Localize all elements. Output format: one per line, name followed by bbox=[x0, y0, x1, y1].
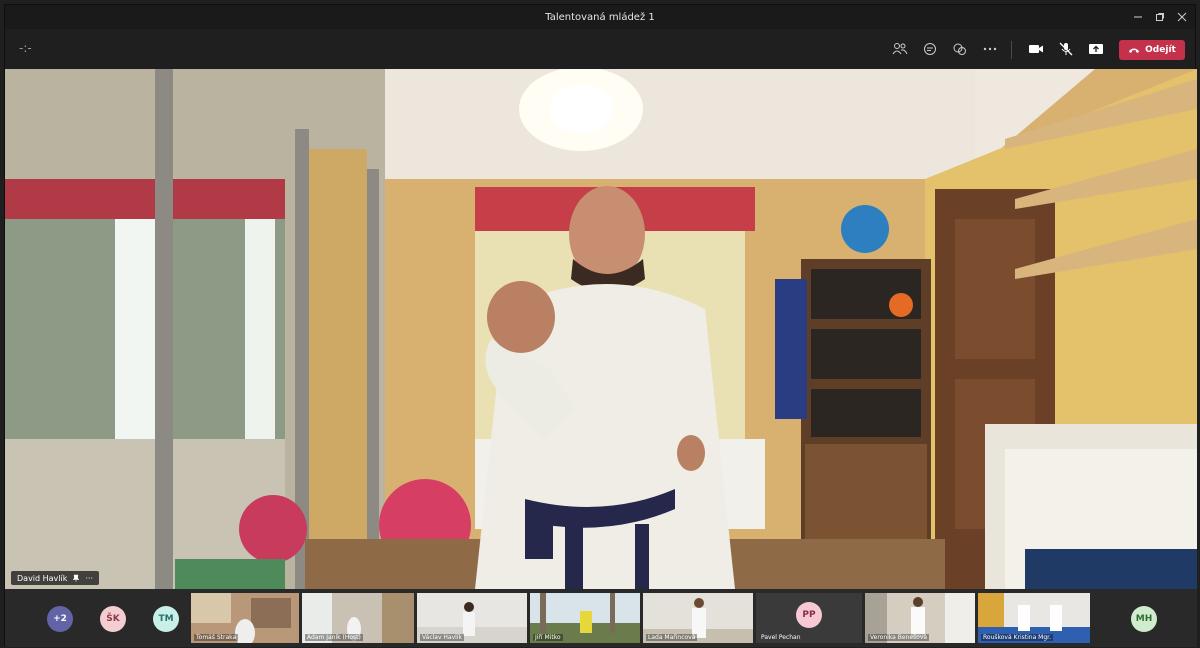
avatar-initials: ŠK bbox=[106, 614, 120, 624]
reactions-icon[interactable] bbox=[949, 39, 971, 59]
participants-icon[interactable] bbox=[889, 39, 911, 59]
leave-button-label: Odejít bbox=[1145, 45, 1176, 55]
avatar: PP bbox=[796, 602, 822, 628]
participant-name: Tomáš Straka bbox=[194, 634, 239, 641]
participant-name: Jiří Mitko bbox=[533, 634, 563, 641]
overflow-participants-avatar[interactable]: +2 bbox=[47, 606, 73, 632]
share-screen-icon[interactable] bbox=[1085, 39, 1107, 59]
participant-name: Václav Havlík bbox=[420, 634, 464, 641]
participant-name: Roušková Kristina Mgr. bbox=[981, 634, 1053, 641]
participant-tile[interactable]: Adam Janík (Host) bbox=[302, 593, 414, 643]
window-title: Talentovaná mládež 1 bbox=[545, 11, 655, 23]
speaker-video-frame bbox=[5, 69, 1197, 589]
avatar[interactable]: MH bbox=[1131, 606, 1157, 632]
participant-tile[interactable]: Lada Mařincová bbox=[643, 593, 753, 643]
teams-meeting-window: Talentovaná mládež 1 -:- Odejít David Ha… bbox=[4, 4, 1197, 647]
leave-button[interactable]: Odejít bbox=[1119, 40, 1185, 60]
close-icon[interactable] bbox=[1167, 5, 1197, 29]
avatar-initials: PP bbox=[802, 610, 816, 620]
speaker-name: David Havlík bbox=[17, 573, 68, 583]
chat-icon[interactable] bbox=[919, 39, 941, 59]
participant-name: Lada Mařincová bbox=[646, 634, 698, 641]
more-options-icon[interactable] bbox=[979, 39, 1001, 59]
pin-icon[interactable] bbox=[72, 574, 80, 582]
participant-tile[interactable]: Roušková Kristina Mgr. bbox=[978, 593, 1090, 643]
speaker-name-chip: David Havlík ··· bbox=[11, 571, 100, 585]
avatar[interactable]: TM bbox=[153, 606, 179, 632]
hang-up-icon bbox=[1129, 48, 1140, 53]
avatar-initials: TM bbox=[158, 614, 174, 624]
participant-name: Pavel Pechan bbox=[761, 634, 801, 641]
toolbar-divider bbox=[1011, 41, 1012, 59]
overflow-count: +2 bbox=[53, 614, 67, 624]
meeting-toolbar: -:- Odejít bbox=[5, 29, 1195, 69]
participant-tile[interactable]: PP Pavel Pechan bbox=[756, 593, 862, 643]
microphone-muted-icon[interactable] bbox=[1055, 39, 1077, 59]
main-video-stage: David Havlík ··· bbox=[5, 69, 1197, 589]
participant-tile[interactable]: Veronika Benešová bbox=[865, 593, 975, 643]
participant-tile[interactable]: Jiří Mitko bbox=[530, 593, 640, 643]
avatar[interactable]: ŠK bbox=[100, 606, 126, 632]
more-options-icon[interactable]: ··· bbox=[85, 574, 93, 583]
participant-gallery: +2 ŠK TM Tomáš Straka Adam Janík (Host) … bbox=[5, 589, 1197, 647]
participant-tile[interactable]: Tomáš Straka bbox=[191, 593, 299, 643]
participant-name: Veronika Benešová bbox=[868, 634, 930, 641]
avatar-initials: MH bbox=[1135, 614, 1153, 624]
camera-icon[interactable] bbox=[1025, 39, 1047, 59]
title-bar: Talentovaná mládež 1 bbox=[5, 5, 1195, 29]
participant-name: Adam Janík (Host) bbox=[305, 634, 363, 641]
participant-tile[interactable]: Václav Havlík bbox=[417, 593, 527, 643]
back-icon[interactable]: -:- bbox=[19, 41, 32, 55]
